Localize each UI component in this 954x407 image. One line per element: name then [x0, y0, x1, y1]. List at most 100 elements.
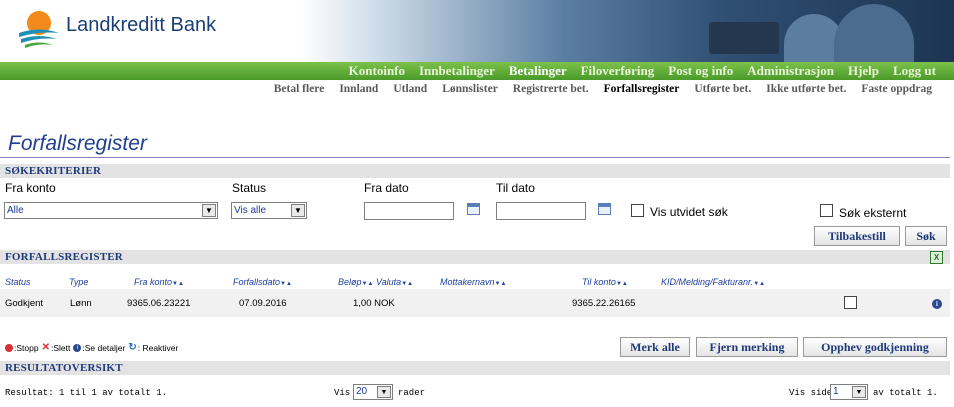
- excel-export-icon[interactable]: X: [930, 251, 943, 264]
- chevron-down-icon[interactable]: ▼: [377, 386, 391, 398]
- sort-icon[interactable]: ▼▲: [616, 281, 628, 287]
- til-dato-label: Til dato: [496, 181, 535, 195]
- page-select-value: 1: [833, 386, 839, 397]
- sok-eksternt-checkbox[interactable]: [820, 204, 833, 217]
- landkreditt-logo-icon: [19, 11, 59, 48]
- sub-nav-innland[interactable]: Innland: [339, 83, 378, 95]
- info-icon[interactable]: i: [932, 299, 942, 309]
- header-photo-screen: [709, 22, 779, 54]
- sort-icon[interactable]: ▼▲: [362, 281, 374, 287]
- chevron-down-icon[interactable]: ▼: [852, 386, 866, 398]
- fra-konto-value: Alle: [7, 205, 24, 216]
- til-dato-input[interactable]: [496, 202, 586, 220]
- header-photo-person: [834, 4, 914, 62]
- opphev-godkjenning-button[interactable]: Opphev godkjenning: [803, 337, 947, 357]
- vis-side-label: Vis side: [789, 388, 833, 398]
- sub-nav-ikke-utforte-bet[interactable]: Ikke utførte bet.: [766, 83, 846, 95]
- chevron-down-icon[interactable]: ▼: [202, 204, 216, 217]
- column-header-forfallsdato[interactable]: Forfallsdato▼▲: [233, 277, 292, 287]
- vis-utvidet-checkbox[interactable]: [631, 204, 644, 217]
- cell-status: Godkjent: [5, 298, 44, 309]
- sort-icon[interactable]: ▼▲: [401, 281, 413, 287]
- register-header: FORFALLSREGISTER: [0, 250, 950, 264]
- column-header-belop[interactable]: Beløp▼▲: [338, 277, 373, 287]
- column-header-mottakernavn[interactable]: Mottakernavn▼▲: [440, 277, 506, 287]
- sub-nav-forfallsregister[interactable]: Forfallsregister: [604, 83, 680, 95]
- sub-nav-betal-flere[interactable]: Betal flere: [274, 83, 325, 95]
- main-nav-kontoinfo[interactable]: Kontoinfo: [349, 63, 405, 79]
- main-nav-administrasjon[interactable]: Administrasjon: [747, 63, 834, 79]
- legend-slett-label: :Slett: [50, 342, 71, 353]
- column-header-til-konto[interactable]: Til konto▼▲: [582, 277, 628, 287]
- calendar-icon[interactable]: [598, 203, 611, 215]
- merk-alle-button[interactable]: Merk alle: [620, 337, 690, 357]
- column-header-kid[interactable]: KID/Melding/Fakturanr.▼▲: [661, 277, 765, 287]
- column-header-status[interactable]: Status: [5, 277, 31, 287]
- sub-nav-lonnslister[interactable]: Lønnslister: [442, 83, 498, 95]
- fjern-merking-button[interactable]: Fjern merking: [696, 337, 798, 357]
- fra-konto-select[interactable]: Alle ▼: [4, 202, 218, 219]
- legend-reaktiver-label: : Reaktiver: [137, 342, 179, 353]
- sort-icon[interactable]: ▼▲: [495, 281, 507, 287]
- cell-belop-valuta: 1,00 NOK: [353, 298, 395, 309]
- calendar-icon[interactable]: [467, 203, 480, 215]
- vis-label: Vis: [334, 388, 351, 398]
- result-text: Resultat: 1 til 1 av totalt 1.: [5, 388, 168, 398]
- status-select[interactable]: Vis alle ▼: [231, 202, 307, 219]
- page-select[interactable]: 1 ▼: [830, 384, 868, 400]
- main-nav-filoverforing[interactable]: Filoverføring: [581, 63, 655, 79]
- brand-area: Landkreditt Bank: [0, 0, 300, 62]
- sort-icon[interactable]: ▼▲: [172, 281, 184, 287]
- search-criteria-title: SØKEKRITERIER: [5, 165, 102, 177]
- main-nav-post-og-info[interactable]: Post og info: [668, 63, 733, 79]
- vis-utvidet-label: Vis utvidet søk: [650, 205, 728, 219]
- reactivate-icon: ↻: [128, 342, 137, 353]
- sort-icon[interactable]: ▼▲: [280, 281, 292, 287]
- chevron-down-icon[interactable]: ▼: [291, 204, 305, 217]
- delete-icon: ✕: [41, 342, 50, 353]
- av-totalt-label: av totalt 1.: [873, 388, 938, 398]
- main-nav-logg-ut[interactable]: Logg ut: [893, 63, 936, 79]
- rows-per-page-value: 20: [356, 386, 368, 397]
- title-divider: [0, 157, 950, 158]
- legend-stopp: :Stopp: [5, 343, 39, 353]
- search-criteria-header: SØKEKRITERIER: [0, 164, 950, 178]
- column-header-valuta[interactable]: Valuta▼▲: [376, 277, 413, 287]
- sub-nav-utforte-bet[interactable]: Utførte bet.: [694, 83, 751, 95]
- sort-icon[interactable]: ▼▲: [753, 281, 765, 287]
- main-nav-innbetalinger[interactable]: Innbetalinger: [419, 63, 495, 79]
- cell-til-konto: 9365.22.26165: [572, 298, 636, 309]
- header-photo: [300, 0, 954, 62]
- info-icon: i: [73, 343, 82, 352]
- cell-forfallsdato: 07.09.2016: [239, 298, 287, 309]
- cell-type: Lønn: [70, 298, 92, 309]
- search-button[interactable]: Søk: [905, 226, 947, 246]
- column-header-til-konto-label: Til konto: [582, 277, 616, 287]
- page-title: Forfallsregister: [8, 132, 147, 155]
- cell-fra-konto: 9365.06.23221: [127, 298, 191, 309]
- row-select-checkbox[interactable]: [844, 296, 857, 309]
- fra-dato-input[interactable]: [364, 202, 454, 220]
- sub-nav-registrerte-bet[interactable]: Registrerte bet.: [513, 83, 589, 95]
- main-nav-hjelp[interactable]: Hjelp: [848, 63, 879, 79]
- sok-eksternt-label: Søk eksternt: [839, 206, 907, 220]
- column-header-valuta-label: Valuta: [376, 277, 402, 287]
- result-overview-header: RESULTATOVERSIKT: [0, 361, 950, 375]
- fra-dato-label: Fra dato: [364, 181, 409, 195]
- main-nav-betalinger[interactable]: Betalinger: [509, 63, 567, 79]
- sub-nav-utland[interactable]: Utland: [393, 83, 427, 95]
- column-header-belop-label: Beløp: [338, 277, 362, 287]
- result-overview-title: RESULTATOVERSIKT: [5, 362, 123, 374]
- column-header-forfallsdato-label: Forfallsdato: [233, 277, 281, 287]
- status-label: Status: [232, 181, 267, 195]
- reset-button[interactable]: Tilbakestill: [814, 226, 900, 246]
- main-nav: Kontoinfo Innbetalinger Betalinger Filoverf…: [0, 62, 954, 80]
- sub-nav-faste-oppdrag[interactable]: Faste oppdrag: [861, 83, 932, 95]
- legend-slett: ✕:Slett: [42, 342, 71, 353]
- brand-name[interactable]: Landkreditt Bank: [66, 14, 216, 37]
- column-header-fra-konto[interactable]: Fra konto▼▲: [134, 277, 184, 287]
- rows-per-page-select[interactable]: 20 ▼: [353, 384, 393, 400]
- icon-legend: :Stopp ✕:Slett i:Se detaljer ↻: Reaktive…: [5, 342, 181, 353]
- legend-stopp-label: :Stopp: [14, 342, 39, 353]
- column-header-type[interactable]: Type: [69, 277, 88, 287]
